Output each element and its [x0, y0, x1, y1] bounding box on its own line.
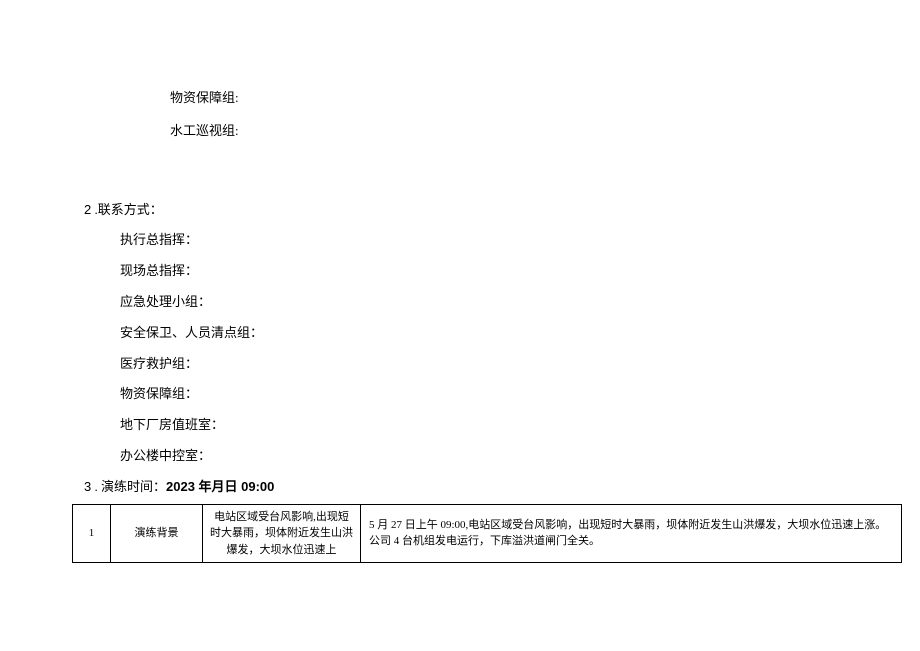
section-2-heading: 2 .联系方式：: [0, 200, 920, 221]
contact-office-control: 办公楼中控室：: [120, 446, 920, 467]
contact-scene-commander: 现场总指挥：: [120, 261, 920, 282]
cell-detail: 5 月 27 日上午 09:00,电站区域受台风影响，出现短时大暴雨，坝体附近发…: [361, 504, 902, 563]
contact-medical-team: 医疗救护组：: [120, 354, 920, 375]
cell-index: 1: [73, 504, 111, 563]
cell-summary: 电站区域受台风影响,出现短时大暴雨，坝体附近发生山洪爆发，大坝水位迅速上: [203, 504, 361, 563]
table-row: 1 演练背景 电站区域受台风影响,出现短时大暴雨，坝体附近发生山洪爆发，大坝水位…: [73, 504, 902, 563]
contact-material-team: 物资保障组：: [120, 384, 920, 405]
top-group-list: 物资保障组: 水工巡视组:: [0, 88, 920, 142]
group-item-water-patrol: 水工巡视组:: [170, 121, 920, 142]
contact-security-team: 安全保卫、人员清点组：: [120, 323, 920, 344]
contact-underground-duty: 地下厂房值班室：: [120, 415, 920, 436]
cell-category: 演练背景: [111, 504, 203, 563]
drill-table: 1 演练背景 电站区域受台风影响,出现短时大暴雨，坝体附近发生山洪爆发，大坝水位…: [72, 504, 902, 564]
contact-exec-commander: 执行总指挥：: [120, 230, 920, 251]
section-2-title: .联系方式：: [91, 202, 163, 217]
section-3-title-bold: 2023 年月日 09:00: [166, 479, 274, 494]
contact-list: 执行总指挥： 现场总指挥： 应急处理小组： 安全保卫、人员清点组： 医疗救护组：…: [0, 230, 920, 466]
section-3-heading: 3 . 演练时间：2023 年月日 09:00: [0, 477, 920, 498]
contact-emergency-team: 应急处理小组：: [120, 292, 920, 313]
document-body: 物资保障组: 水工巡视组: 2 .联系方式： 执行总指挥： 现场总指挥： 应急处…: [0, 0, 920, 563]
group-item-material: 物资保障组:: [170, 88, 920, 109]
section-3-title-plain: . 演练时间：: [91, 479, 166, 494]
